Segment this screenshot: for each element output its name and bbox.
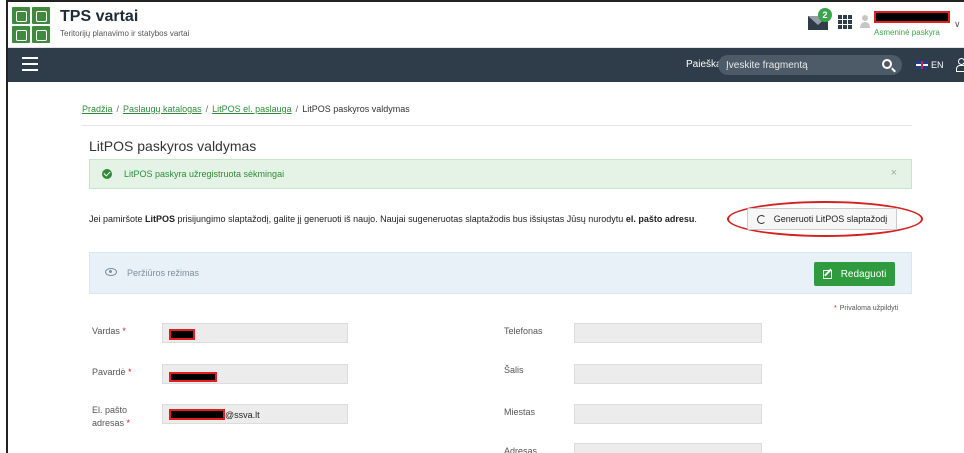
first-name-redacted <box>169 329 195 340</box>
address-label: Adresas <box>504 446 538 453</box>
top-header: TPS vartai Teritorijų planavimo ir staty… <box>8 2 964 48</box>
app-subtitle: Teritorijų planavimo ir statybos vartai <box>60 29 190 38</box>
edit-icon <box>822 269 832 279</box>
main-navbar: Paieška EN <box>8 48 964 82</box>
menu-hamburger-icon[interactable] <box>22 57 38 71</box>
search-icon[interactable] <box>882 59 892 69</box>
email-label: El. pašto adresas * <box>92 405 131 428</box>
account-label[interactable]: Asmeninė paskyra <box>874 28 940 37</box>
success-alert: LitPOS paskyra užregistruota sėkmingai × <box>89 159 912 189</box>
breadcrumb-link-home[interactable]: Pradžia <box>82 104 113 114</box>
eye-icon <box>105 268 117 276</box>
phone-field[interactable] <box>574 323 762 343</box>
password-info-text: Jei pamiršote LitPOS prisijungimo slapta… <box>89 214 697 224</box>
last-name-label: Pavardė * <box>92 367 132 377</box>
view-mode-label: Peržiūros režimas <box>127 268 200 278</box>
divider <box>82 125 912 126</box>
country-field[interactable] <box>574 364 762 384</box>
app-title[interactable]: TPS vartai <box>60 8 138 26</box>
generate-password-button[interactable]: Generuoti LitPOS slaptažodį <box>747 208 897 230</box>
uk-flag-icon[interactable] <box>916 61 928 69</box>
first-name-field[interactable] <box>162 323 348 343</box>
address-field[interactable] <box>574 443 762 453</box>
search-label: Paieška <box>686 59 722 70</box>
notification-badge: 2 <box>818 8 832 22</box>
phone-label: Telefonas <box>504 326 543 336</box>
first-name-label: Vardas * <box>92 326 126 336</box>
page-title: LitPOS paskyros valdymas <box>89 138 257 154</box>
email-field[interactable]: @ssva.lt <box>162 404 348 424</box>
breadcrumb-link-catalog[interactable]: Paslaugų katalogas <box>123 104 202 114</box>
edit-button[interactable]: Redaguoti <box>814 262 895 286</box>
breadcrumb-link-litpos[interactable]: LitPOS el. paslauga <box>212 104 292 114</box>
email-domain: @ssva.lt <box>225 410 260 420</box>
last-name-field[interactable] <box>162 364 348 384</box>
view-mode-panel: Peržiūros režimas Redaguoti <box>89 252 912 294</box>
required-note: * Privaloma užpildyti <box>834 305 899 312</box>
edit-button-label: Redaguoti <box>840 268 887 280</box>
refresh-icon <box>756 214 766 224</box>
chevron-down-icon[interactable]: ∨ <box>954 19 961 30</box>
search-box <box>718 55 902 75</box>
breadcrumb: Pradžia / Paslaugų katalogas / LitPOS el. pa… <box>82 104 410 114</box>
email-redacted <box>169 409 225 420</box>
breadcrumb-current: LitPOS paskyros valdymas <box>302 104 410 114</box>
close-icon[interactable]: × <box>891 167 897 179</box>
city-label: Miestas <box>504 407 536 417</box>
app-logo-icon[interactable] <box>12 7 50 43</box>
city-field[interactable] <box>574 404 762 424</box>
generate-password-label: Generuoti LitPOS slaptažodį <box>773 214 888 224</box>
last-name-redacted <box>169 372 217 382</box>
user-name-redacted[interactable] <box>874 11 950 23</box>
check-circle-icon <box>102 169 112 179</box>
user-avatar-icon[interactable] <box>860 15 870 29</box>
person-icon[interactable] <box>956 58 964 72</box>
country-label: Šalis <box>504 365 524 375</box>
search-input[interactable] <box>726 58 866 72</box>
language-switch[interactable]: EN <box>931 60 944 70</box>
apps-grid-icon[interactable] <box>838 15 852 29</box>
app-window: TPS vartai Teritorijų planavimo ir staty… <box>6 0 964 453</box>
success-message: LitPOS paskyra užregistruota sėkmingai <box>124 169 285 179</box>
